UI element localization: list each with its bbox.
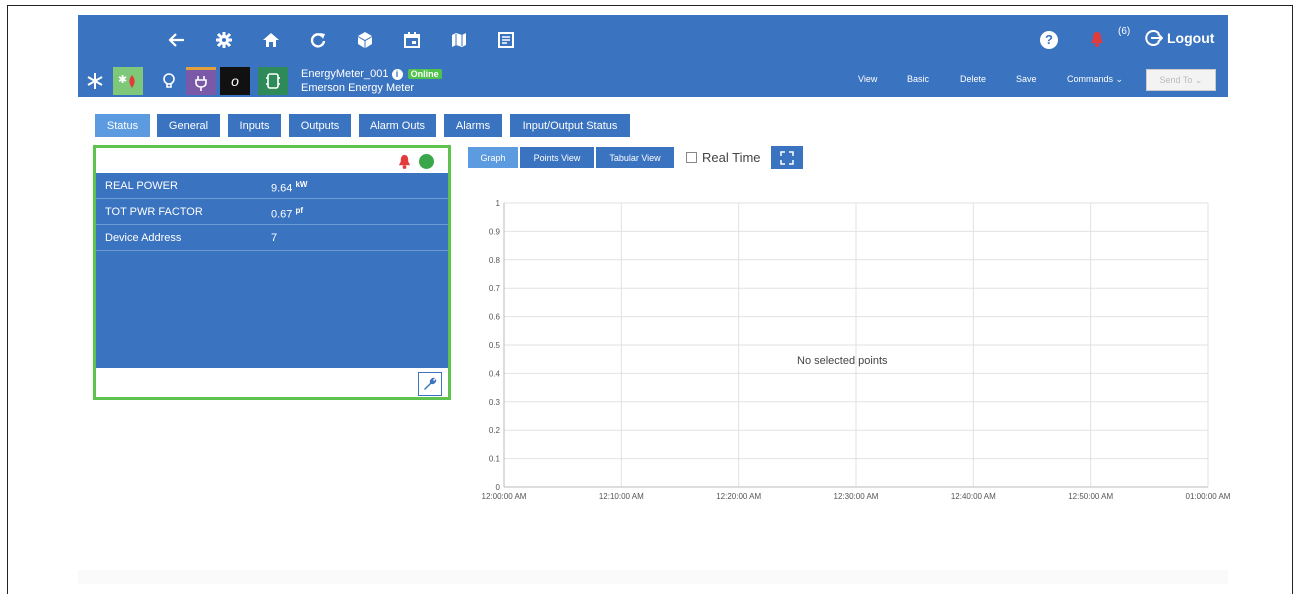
online-status-badge: Online (407, 69, 442, 80)
device-name[interactable]: EnergyMeter_001 (301, 68, 388, 80)
chart-empty-message: No selected points (797, 355, 888, 367)
device-type: Emerson Energy Meter (301, 82, 415, 94)
status-panel: REAL POWER 9.64 kW TOT PWR FACTOR 0.67 p… (93, 145, 451, 400)
tab-input-output-status[interactable]: Input/Output Status (510, 114, 630, 137)
x-tick-label: 12:10:00 AM (599, 492, 644, 501)
view-button[interactable]: View (858, 74, 877, 84)
delete-button[interactable]: Delete (960, 74, 986, 84)
tabular-view-button[interactable]: Tabular View (596, 147, 674, 168)
y-tick-label: 0.6 (489, 313, 501, 322)
y-tick-label: 0.8 (489, 256, 501, 265)
notification-count[interactable]: (6) (1118, 26, 1130, 37)
logout-icon (1145, 30, 1163, 46)
status-row-device-address[interactable]: Device Address 7 (96, 225, 448, 251)
y-tick-label: 0.9 (489, 227, 501, 236)
x-tick-label: 12:30:00 AM (834, 492, 879, 501)
logout-label: Logout (1167, 30, 1215, 46)
meter-icon[interactable] (258, 67, 288, 95)
svg-text:✱: ✱ (118, 73, 127, 86)
y-tick-label: 0.2 (489, 426, 501, 435)
help-icon[interactable]: ? (1040, 31, 1058, 49)
real-time-checkbox[interactable] (686, 152, 697, 163)
device-name-line: EnergyMeter_001 i Online (301, 68, 442, 80)
tab-alarms[interactable]: Alarms (444, 114, 502, 137)
wrench-icon[interactable] (418, 372, 442, 396)
status-values: REAL POWER 9.64 kW TOT PWR FACTOR 0.67 p… (96, 173, 448, 368)
commands-dropdown[interactable]: Commands ⌄ (1067, 74, 1123, 85)
expand-button[interactable] (771, 146, 803, 169)
y-tick-label: 0.7 (489, 284, 501, 293)
row-value: 0.67 pf (271, 206, 304, 221)
row-label: Device Address (105, 232, 182, 244)
map-icon[interactable] (444, 15, 474, 65)
row-value: 9.64 kW (271, 180, 308, 195)
x-tick-label: 01:00:00 AM (1186, 492, 1230, 501)
tab-inputs[interactable]: Inputs (228, 114, 281, 137)
y-tick-label: 0.5 (489, 341, 501, 350)
status-row-real-power[interactable]: REAL POWER 9.64 kW (96, 173, 448, 199)
graph-button[interactable]: Graph (468, 147, 518, 168)
plug-icon[interactable] (186, 67, 216, 95)
x-tick-label: 12:20:00 AM (716, 492, 761, 501)
bulb-icon[interactable] (154, 67, 184, 95)
points-view-button[interactable]: Points View (520, 147, 594, 168)
report-icon[interactable] (491, 15, 521, 65)
expand-icon (780, 150, 794, 165)
home-icon[interactable] (256, 15, 286, 65)
y-tick-label: 0.1 (489, 455, 501, 464)
info-icon[interactable]: i (391, 68, 403, 80)
tab-outputs[interactable]: Outputs (289, 114, 351, 137)
basic-button[interactable]: Basic (907, 74, 929, 84)
refresh-icon[interactable] (303, 15, 333, 65)
y-tick-label: 0 (496, 483, 501, 492)
calendar-icon[interactable] (397, 15, 427, 65)
snowflake-icon[interactable] (80, 67, 110, 95)
logout-button[interactable]: Logout (1145, 29, 1214, 47)
y-tick-label: 0.4 (489, 369, 501, 378)
y-tick-label: 1 (496, 199, 501, 208)
x-tick-label: 12:00:00 AM (482, 492, 527, 501)
back-arrow-icon[interactable] (162, 15, 192, 65)
real-time-label: Real Time (702, 150, 761, 165)
panel-header (96, 148, 448, 173)
save-button[interactable]: Save (1016, 74, 1037, 84)
y-tick-label: 0.3 (489, 398, 501, 407)
footer (78, 570, 1228, 584)
row-label: TOT PWR FACTOR (105, 206, 203, 218)
tab-general[interactable]: General (157, 114, 220, 137)
online-status-dot-icon (419, 154, 434, 169)
tab-status[interactable]: Status (95, 114, 150, 137)
top-nav-bar: ? (6) Logout (78, 15, 1228, 65)
cube-icon[interactable] (350, 15, 380, 65)
alarm-bell-icon[interactable] (398, 154, 411, 172)
status-row-power-factor[interactable]: TOT PWR FACTOR 0.67 pf (96, 199, 448, 225)
fan-heat-icon[interactable]: ✱ (113, 67, 143, 95)
send-to-dropdown[interactable]: Send To ⌄ (1146, 69, 1216, 91)
row-label: REAL POWER (105, 180, 178, 192)
italic-o-icon[interactable]: o (220, 67, 250, 95)
gear-icon[interactable] (209, 15, 239, 65)
row-value: 7 (271, 232, 278, 244)
tab-alarm-outs[interactable]: Alarm Outs (359, 114, 436, 137)
x-tick-label: 12:40:00 AM (951, 492, 996, 501)
x-tick-label: 12:50:00 AM (1068, 492, 1113, 501)
device-bar: ✱ o EnergyMeter_001 i Online Emerson Ene… (78, 65, 1228, 97)
notification-bell-icon[interactable] (1090, 31, 1104, 50)
